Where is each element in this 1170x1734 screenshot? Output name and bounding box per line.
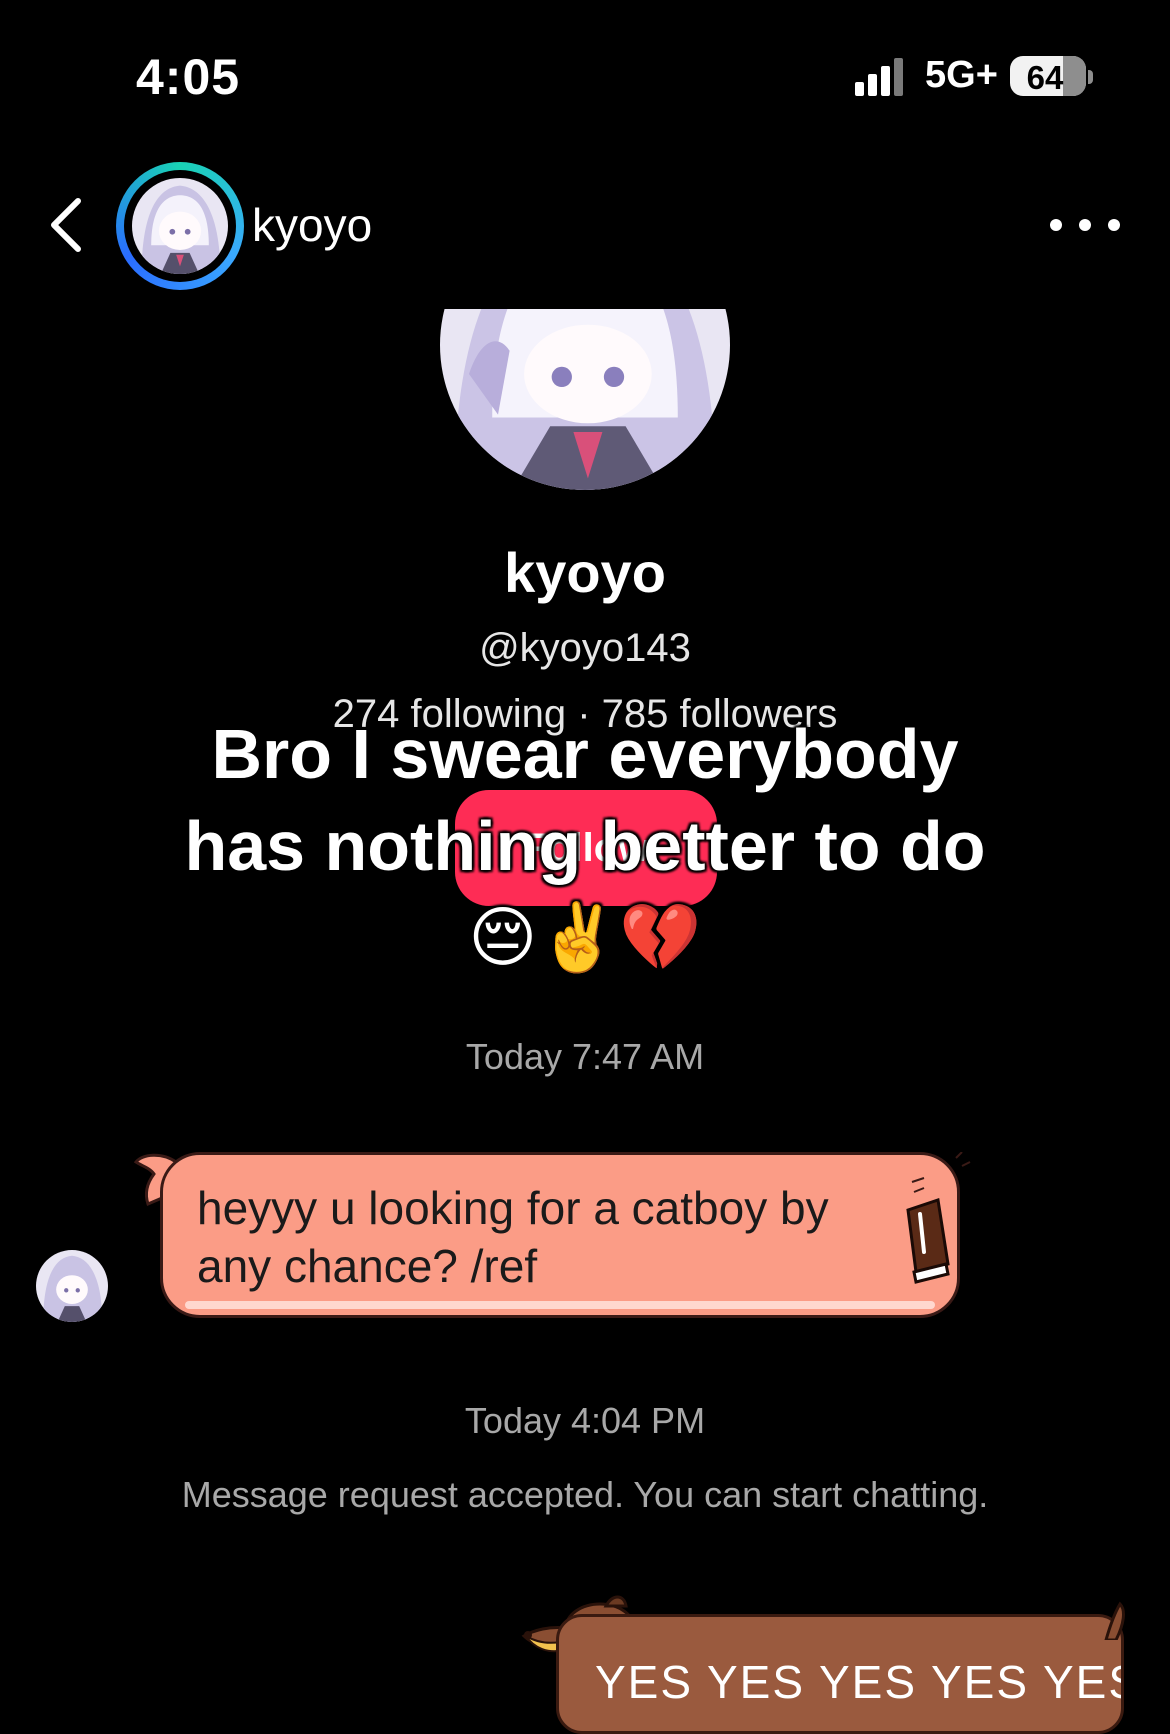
network-type: 5G+ (925, 54, 998, 96)
message-timestamp: Today 4:04 PM (464, 1400, 706, 1441)
avatar-image (36, 1250, 108, 1322)
more-options-button[interactable] (1050, 205, 1120, 245)
signal-icon (855, 58, 903, 96)
caption-emojis: 😔✌️💔 (468, 900, 702, 974)
sender-avatar[interactable] (36, 1250, 108, 1322)
more-dot (1079, 219, 1091, 231)
overlay-caption: Bro I swear everybody has nothing better… (0, 708, 1170, 982)
outgoing-message-bubble[interactable]: YES YES YES YES YES (556, 1614, 1124, 1734)
bottle-sticker-icon (906, 1152, 971, 1284)
status-time: 4:05 (136, 49, 241, 105)
battery-level: 64 (1026, 59, 1064, 96)
message-timestamp: Today 7:47 AM (465, 1036, 705, 1077)
more-dot (1050, 219, 1062, 231)
caption-line: Bro I swear everybody (211, 715, 959, 793)
incoming-message-text: heyyy u looking for a catboy by any chan… (197, 1182, 829, 1292)
request-accepted-notice: Message request accepted. You can start … (181, 1474, 989, 1515)
profile-avatar[interactable] (440, 309, 730, 490)
avatar-image (440, 309, 730, 490)
header-avatar[interactable] (132, 178, 228, 274)
avatar-image (132, 178, 228, 274)
more-dot (1108, 219, 1120, 231)
header-username[interactable]: kyoyo (252, 198, 372, 252)
outgoing-message-text: YES YES YES YES YES (595, 1656, 1124, 1708)
battery-cap (1088, 70, 1093, 84)
profile-name: kyoyo (504, 541, 666, 604)
dog-tail-decoration (1104, 1601, 1125, 1640)
chevron-left-icon (51, 198, 81, 252)
bubble-shade (185, 1301, 935, 1309)
profile-handle: @kyoyo143 (479, 626, 691, 670)
battery-icon: 64 (1010, 56, 1086, 96)
caption-line: has nothing better to do (184, 807, 986, 885)
incoming-message-bubble[interactable]: heyyy u looking for a catboy by any chan… (160, 1152, 960, 1318)
back-button[interactable] (36, 190, 96, 260)
